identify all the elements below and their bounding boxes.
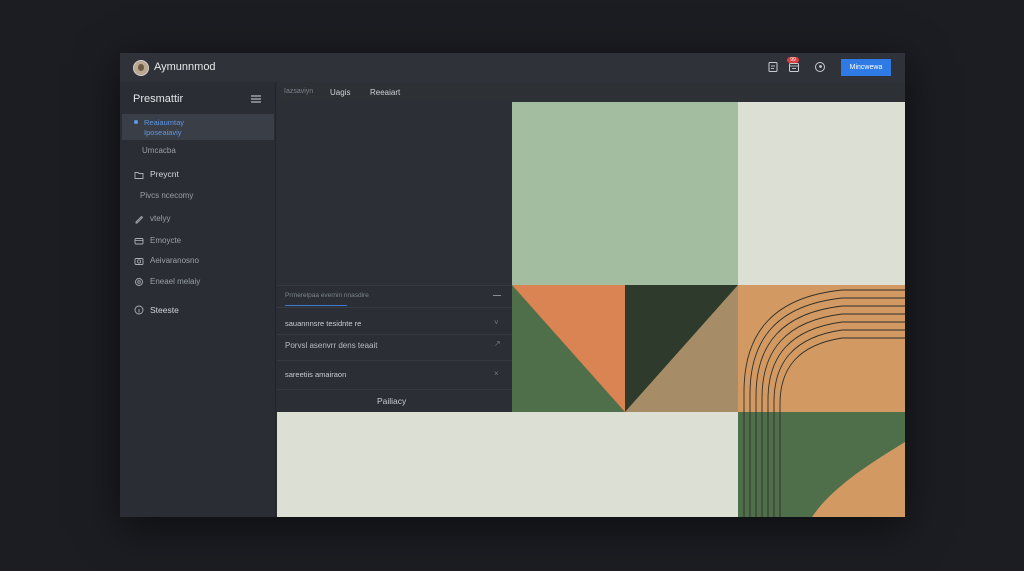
panel-row-2[interactable]: sareetiis amairaon <box>285 370 346 379</box>
divider <box>277 307 512 308</box>
chevron-down-icon[interactable]: ˅ <box>494 318 499 327</box>
tab-bar: Iazsaviyn Uagis Reeaiart <box>277 82 905 103</box>
folder-icon <box>134 172 144 179</box>
sage-block <box>512 102 738 285</box>
sidebar-item-label: Umcacba <box>142 146 176 155</box>
sidebar-active-label-1: Reaiaumtay <box>144 118 185 127</box>
card-icon <box>134 238 144 245</box>
sidebar-item-label: vtelyy <box>150 214 171 223</box>
app-title: Aymunnmod <box>154 61 216 73</box>
panel-row-0[interactable]: sauannnsre tesidnte re <box>285 319 361 328</box>
sidebar: Presmattir Reaiaumtay Iposeaiaviy Umcacb… <box>120 82 276 517</box>
tab-0[interactable]: Iazsaviyn <box>284 88 313 95</box>
primary-action-button[interactable]: Mincwewa <box>841 59 891 76</box>
pencil-icon <box>135 215 144 224</box>
sidebar-item-label: Pivcs ncecomy <box>140 191 194 200</box>
collapse-icon[interactable] <box>493 295 501 296</box>
tab-2[interactable]: Reeaiart <box>370 88 400 97</box>
panel-header: Prrnerelpaa evernin nnasdire <box>285 292 369 299</box>
main-content: Iazsaviyn Uagis Reeaiart Prrnerelpaa eve… <box>277 82 905 517</box>
gear-icon <box>135 278 143 286</box>
top-bar: Aymunnmod 99 Mincwewa <box>120 53 905 83</box>
app-window: Aymunnmod 99 Mincwewa Presmattir Reaiaum… <box>120 53 905 517</box>
divider <box>277 360 512 361</box>
cream-block-bottom <box>277 412 738 517</box>
panel-row-1[interactable]: Porvsl asenvrr dens teaait <box>285 341 378 350</box>
sidebar-active-label-2: Iposeaiaviy <box>144 128 182 137</box>
sidebar-item-label: Preycnt <box>150 169 179 179</box>
cream-block-top <box>738 102 905 285</box>
tab-1[interactable]: Uagis <box>330 88 350 97</box>
notification-badge: 99 <box>787 57 799 63</box>
properties-panel: Prrnerelpaa evernin nnasdire sauannnsre … <box>277 285 512 413</box>
help-icon[interactable] <box>814 61 826 73</box>
camera-icon <box>134 258 144 265</box>
sidebar-item-label: Steeste <box>150 305 179 315</box>
external-link-icon[interactable]: ↗ <box>494 339 501 348</box>
canvas-empty-area <box>277 102 512 285</box>
active-dot-icon <box>134 120 138 124</box>
info-icon <box>134 305 144 315</box>
sidebar-item-label: Aeivaranosno <box>150 256 199 265</box>
sidebar-title: Presmattir <box>133 93 184 105</box>
hamburger-menu-icon[interactable] <box>251 95 261 103</box>
sidebar-item-label: Emoycte <box>150 236 182 245</box>
avatar[interactable] <box>133 60 149 76</box>
divider <box>277 389 512 390</box>
divider <box>277 334 512 335</box>
close-icon[interactable]: × <box>494 369 499 378</box>
sidebar-item-active[interactable]: Reaiaumtay Iposeaiaviy <box>122 114 274 140</box>
sidebar-item-label: Eneael melaiy <box>150 277 201 286</box>
panel-header-underline <box>285 305 347 306</box>
panel-action-button[interactable]: Pailiacy <box>377 396 406 406</box>
document-icon[interactable] <box>767 61 779 73</box>
